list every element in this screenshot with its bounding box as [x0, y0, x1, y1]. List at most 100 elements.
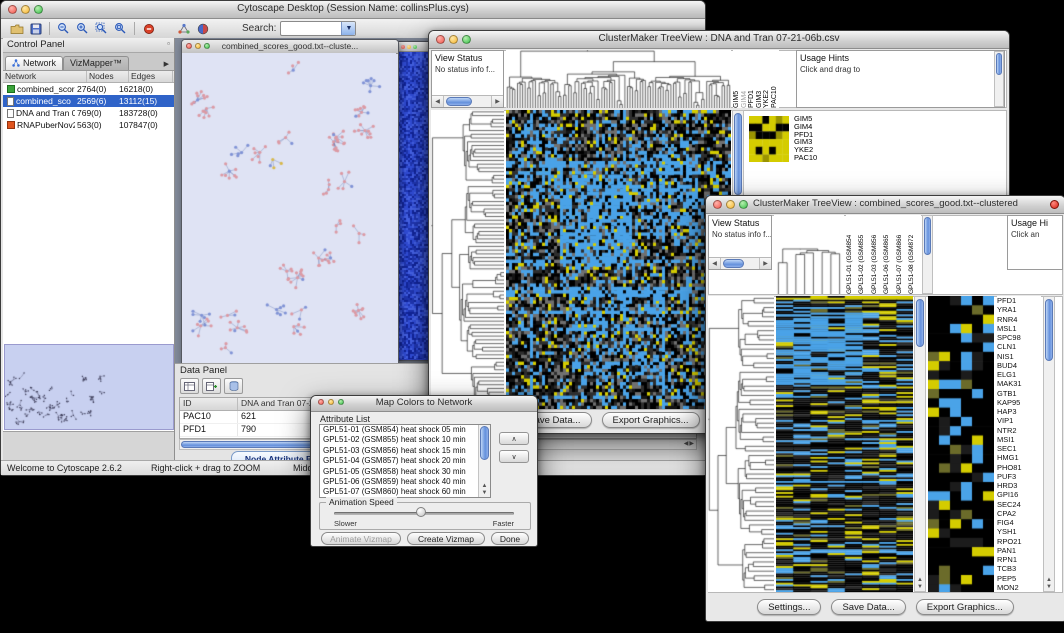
top-vscrollbar[interactable]: [922, 215, 933, 294]
minimize-icon[interactable]: [21, 5, 30, 14]
attribute-list-item[interactable]: GPL51-06 (GSM859) heat shock 40 min: [321, 477, 478, 487]
main-titlebar[interactable]: Cytoscape Desktop (Session Name: collins…: [1, 1, 705, 19]
animate-vizmap-button[interactable]: Animate Vizmap: [321, 532, 401, 545]
scroll-right-icon[interactable]: ▶: [759, 258, 771, 269]
column-label[interactable]: GPL51-01 (GSM854: [846, 215, 858, 294]
gene-label[interactable]: PEP5: [997, 574, 1041, 583]
gene-label[interactable]: HMG1: [997, 453, 1041, 462]
view-status-scrollbar[interactable]: ◀ ▶: [709, 257, 771, 269]
attribute-list-item[interactable]: GPL51-04 (GSM857) heat shock 20 min: [321, 456, 478, 466]
attribute-list-item[interactable]: GPL51-03 (GSM856) heat shock 15 min: [321, 446, 478, 456]
row-dendrogram[interactable]: [708, 296, 774, 592]
column-dendrogram[interactable]: [506, 50, 731, 108]
column-header[interactable]: Edges: [129, 71, 173, 82]
scrollbar-thumb[interactable]: [734, 113, 742, 195]
gene-label[interactable]: GTB1: [997, 389, 1041, 398]
create-vizmap-button[interactable]: Create Vizmap: [407, 532, 485, 545]
window-badge-icon[interactable]: [1050, 200, 1059, 209]
column-label[interactable]: GPL51-07 (GSM866: [896, 215, 908, 294]
gene-label[interactable]: TCB3: [997, 564, 1041, 573]
column-label[interactable]: GPL51-08 (GSM872: [908, 215, 920, 294]
column-label[interactable]: PAC10: [771, 50, 779, 108]
attribute-list-item[interactable]: GPL51-02 (GSM855) heat shock 10 min: [321, 435, 478, 445]
gene-label[interactable]: YSH1: [997, 527, 1041, 536]
network-table-row[interactable]: combined_sco2569(6)13112(15): [3, 95, 174, 107]
column-header[interactable]: ID: [180, 398, 238, 410]
selection-heatmap[interactable]: [928, 296, 994, 592]
close-icon[interactable]: [186, 43, 192, 49]
column-label[interactable]: YKE2: [763, 50, 771, 108]
network-overview-thumbnail[interactable]: [4, 344, 174, 430]
heatmap[interactable]: [776, 296, 913, 592]
gene-label[interactable]: SPC98: [997, 333, 1041, 342]
zoom-fit-icon[interactable]: [111, 21, 130, 37]
gene-label[interactable]: PUF3: [997, 472, 1041, 481]
selection-heatmap[interactable]: [749, 116, 789, 162]
column-label[interactable]: PFD1: [748, 50, 756, 108]
scrollbar-arrows[interactable]: ▲▼: [479, 483, 490, 497]
column-label[interactable]: GPL51-06 (GSM865: [883, 215, 895, 294]
column-label[interactable]: GIM4: [741, 50, 749, 108]
zoom-window-icon[interactable]: [739, 200, 748, 209]
network-table-row[interactable]: combined_scores2764(0)16218(0): [3, 83, 174, 95]
close-icon[interactable]: [713, 200, 722, 209]
network-table-row[interactable]: DNA and Tran 07769(0)183728(0): [3, 107, 174, 119]
close-icon[interactable]: [401, 45, 405, 49]
column-label[interactable]: GIM5: [733, 50, 741, 108]
close-icon[interactable]: [8, 5, 17, 14]
gene-label[interactable]: RPN1: [997, 555, 1041, 564]
gene-label[interactable]: PHO81: [997, 463, 1041, 472]
scrollbar-arrows[interactable]: ◀▶: [684, 440, 695, 447]
treeview1-titlebar[interactable]: ClusterMaker TreeView : DNA and Tran 07-…: [429, 31, 1009, 49]
treeview-button[interactable]: Settings...: [757, 599, 821, 615]
column-header[interactable]: Network: [3, 71, 87, 82]
panel-float-icon[interactable]: ▫: [167, 39, 170, 48]
gene-label[interactable]: SEC24: [997, 500, 1041, 509]
gene-label[interactable]: NTR2: [997, 426, 1041, 435]
dialog-titlebar[interactable]: Map Colors to Network: [311, 396, 537, 412]
minimize-icon[interactable]: [407, 45, 411, 49]
attribute-list-item[interactable]: GPL51-01 (GSM854) heat shock 05 min: [321, 425, 478, 435]
attribute-list-item[interactable]: GPL51-07 (GSM860) heat shock 60 min: [321, 487, 478, 497]
scrollbar-arrows[interactable]: ▲▼: [915, 577, 925, 591]
slider-thumb[interactable]: [416, 507, 426, 517]
gene-label[interactable]: SEC1: [997, 444, 1041, 453]
gene-label[interactable]: CPA2: [997, 509, 1041, 518]
move-up-button[interactable]: ∧: [499, 432, 529, 445]
gene-label[interactable]: PFD1: [997, 296, 1041, 305]
create-attribute-icon[interactable]: [202, 378, 221, 394]
scrollbar-thumb[interactable]: [446, 97, 472, 106]
gene-label[interactable]: MSI1: [997, 435, 1041, 444]
vizmapper-icon[interactable]: [193, 21, 212, 37]
zoom-window-icon[interactable]: [462, 35, 471, 44]
gene-label[interactable]: PAN1: [997, 546, 1041, 555]
scroll-left-icon[interactable]: ◀: [709, 258, 721, 269]
usage-hints-scrollbar[interactable]: [994, 51, 1004, 107]
scroll-right-icon[interactable]: ▶: [491, 96, 503, 107]
minimize-icon[interactable]: [328, 399, 334, 405]
scrollbar-thumb[interactable]: [924, 217, 931, 255]
heatmap-vscrollbar[interactable]: ▲▼: [914, 296, 926, 592]
scrollbar-thumb[interactable]: [723, 259, 744, 268]
zoom-window-icon[interactable]: [34, 5, 43, 14]
gene-label[interactable]: RPO21: [997, 537, 1041, 546]
minimize-icon[interactable]: [195, 43, 201, 49]
tab-vizmapper[interactable]: VizMapper™: [63, 56, 129, 70]
treeview-button[interactable]: Export Graphics...: [602, 412, 700, 428]
treeview-button[interactable]: Export Graphics...: [916, 599, 1014, 615]
gene-label[interactable]: RNR4: [997, 315, 1041, 324]
gene-label[interactable]: ELG1: [997, 370, 1041, 379]
treeview2-titlebar[interactable]: ClusterMaker TreeView : combined_scores_…: [706, 196, 1064, 214]
network-table-row[interactable]: RNAPuberNov2563(0)107847(0): [3, 119, 174, 131]
scrollbar-thumb[interactable]: [916, 299, 924, 347]
gene-label[interactable]: VIP1: [997, 416, 1041, 425]
close-icon[interactable]: [318, 399, 324, 405]
gene-label[interactable]: FIG4: [997, 518, 1041, 527]
zoom-window-icon[interactable]: [413, 45, 417, 49]
gene-list-vscrollbar[interactable]: ▲▼: [1043, 296, 1055, 592]
gene-label[interactable]: PAC10: [794, 154, 834, 162]
move-down-button[interactable]: ∨: [499, 450, 529, 463]
gene-label[interactable]: KAP95: [997, 398, 1041, 407]
zoom-window-icon[interactable]: [338, 399, 344, 405]
tab-overflow-arrow[interactable]: ▶: [161, 60, 172, 70]
